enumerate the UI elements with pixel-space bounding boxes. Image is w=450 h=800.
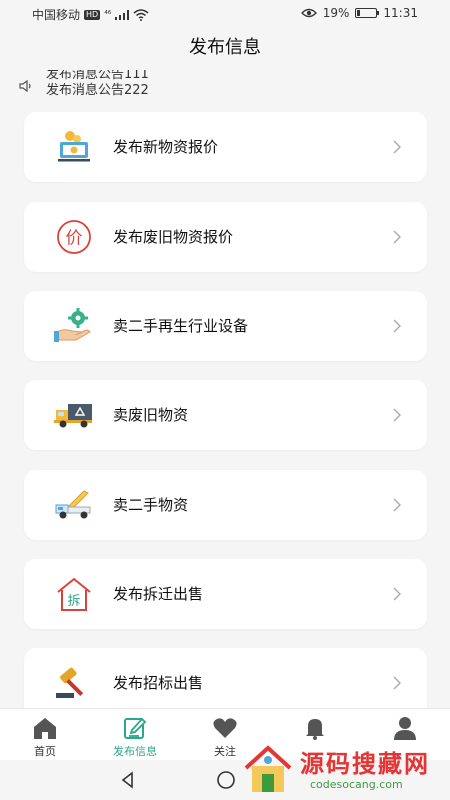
menu-label: 卖二手再生行业设备 [113,317,249,335]
home-circle-icon[interactable] [216,770,236,790]
menu-item-sell-equipment[interactable]: 卖二手再生行业设备 [24,291,427,361]
status-left: 中国移动 HD ⁴⁶ [32,6,149,23]
new-quote-icon [54,129,94,165]
user-icon [394,717,416,740]
edit-icon [124,717,147,739]
demolition-house-icon: 拆 [54,576,94,612]
menu-label: 发布拆迁出售 [113,585,204,603]
chevron-right-icon [393,498,401,512]
signal-icon [115,9,130,20]
menu-item-demolition[interactable]: 拆 发布拆迁出售 [24,559,427,629]
home-icon [34,718,56,739]
menu-label: 卖二手物资 [113,496,189,514]
gear-hand-icon [54,308,94,344]
carrier-name: 中国移动 [32,8,81,22]
nav-item-home[interactable]: 首页 [0,709,90,760]
auction-hammer-icon [54,665,94,701]
notice-ticker[interactable]: 发布消息公告111 发布消息公告222 [0,70,450,100]
status-bar: 中国移动 HD ⁴⁶ 19% 11:31 [0,0,450,26]
chevron-right-icon [393,587,401,601]
menu-item-sell-secondhand[interactable]: 卖二手物资 [24,470,427,540]
network-label: ⁴⁶ [104,9,112,20]
battery-percent: 19% [322,6,350,20]
recycle-truck-icon [54,397,94,433]
notice-line-1: 发布消息公告111 [46,70,149,82]
bell-icon [306,719,324,740]
eye-icon [300,8,317,18]
speaker-icon [19,79,31,93]
hd-badge: HD [84,9,101,20]
battery-level [357,10,361,16]
back-triangle-icon[interactable] [118,770,138,790]
chevron-right-icon [393,140,401,154]
chevron-right-icon [393,408,401,422]
menu-item-new-quote[interactable]: 发布新物资报价 [24,112,427,182]
clock: 11:31 [383,6,418,20]
menu-label: 发布新物资报价 [113,138,219,156]
notice-line-2: 发布消息公告222 [46,83,149,98]
chevron-right-icon [393,230,401,244]
notice-text: 发布消息公告111 发布消息公告222 [46,70,149,99]
nav-label: 发布信息 [113,745,157,758]
battery-icon [355,8,380,18]
crane-truck-icon [54,487,94,523]
svg-text:价: 价 [66,229,83,249]
menu-label: 发布废旧物资报价 [113,228,234,246]
wifi-icon [133,8,149,21]
status-right: 19% 11:31 [300,6,418,20]
chevron-right-icon [393,676,401,690]
watermark: 源码搜藏网 codesocang.com [238,740,448,800]
menu-item-sell-scrap[interactable]: 卖废旧物资 [24,380,427,450]
price-stamp-icon: 价 [54,219,94,255]
menu-label: 卖废旧物资 [113,406,189,424]
chevron-right-icon [393,319,401,333]
svg-text:拆: 拆 [67,594,80,609]
watermark-logo-icon [244,745,292,792]
menu-item-scrap-quote[interactable]: 价 发布废旧物资报价 [24,202,427,272]
nav-item-publish[interactable]: 发布信息 [90,709,180,760]
watermark-subtitle: codesocang.com [310,778,403,791]
heart-icon [213,718,237,738]
page-title: 发布信息 [189,37,261,58]
nav-label: 首页 [34,745,56,758]
watermark-title: 源码搜藏网 [300,749,430,778]
